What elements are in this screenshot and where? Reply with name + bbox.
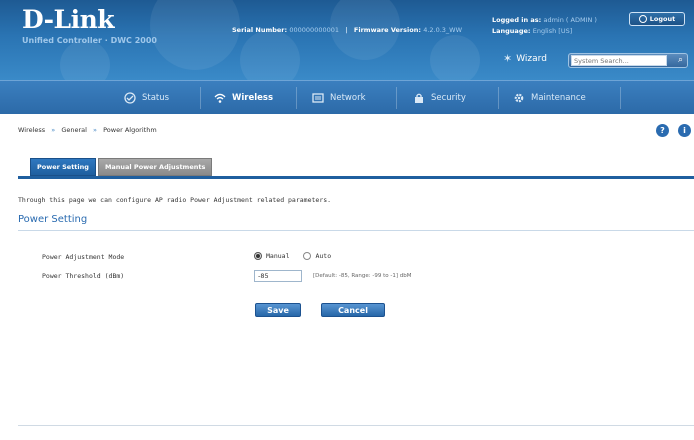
device-info: Serial Number: 000000000001 | Firmware V… xyxy=(232,26,463,34)
firmware-label: Firmware Version: xyxy=(353,26,421,34)
nav-maintenance[interactable]: Maintenance xyxy=(513,81,586,115)
help-icon[interactable]: ? xyxy=(656,124,669,137)
section-title: Power Setting xyxy=(18,214,88,225)
mode-label: Power Adjustment Mode xyxy=(42,253,125,261)
nav-network-label: Network xyxy=(330,93,366,103)
nav-security-label: Security xyxy=(431,93,466,103)
serial-label: Serial Number: xyxy=(232,26,288,34)
logged-label: Logged in as: xyxy=(492,16,542,24)
logged-user: admin ( ADMIN ) xyxy=(543,16,597,24)
header-banner: D-Link Unified Controller · DWC 2000 Ser… xyxy=(0,0,694,80)
serial-value: 000000000001 xyxy=(289,26,340,34)
product-subtitle: Unified Controller · DWC 2000 xyxy=(22,36,157,45)
brand-logo: D-Link xyxy=(22,5,115,34)
logout-button[interactable]: Logout xyxy=(629,12,685,26)
nav-status[interactable]: Status xyxy=(124,81,169,115)
network-icon xyxy=(312,93,324,103)
language-value[interactable]: English [US] xyxy=(533,27,573,35)
login-info: Logged in as: admin ( ADMIN ) xyxy=(492,16,597,24)
nav-status-label: Status xyxy=(142,93,170,103)
nav-maintenance-label: Maintenance xyxy=(531,93,586,103)
breadcrumb-power-algorithm: Power Algorithm xyxy=(103,126,157,134)
wifi-icon xyxy=(214,93,226,103)
wand-icon: ✶ xyxy=(503,52,513,65)
manual-radio[interactable] xyxy=(254,252,262,260)
nav-wireless[interactable]: Wireless xyxy=(214,81,273,115)
nav-security[interactable]: Security xyxy=(413,81,466,115)
tab-bar: Power Setting Manual Power Adjustments xyxy=(30,158,213,176)
threshold-input[interactable] xyxy=(254,270,302,282)
tab-underline xyxy=(18,176,694,179)
cancel-button[interactable]: Cancel xyxy=(321,303,385,317)
manual-radio-label: Manual xyxy=(266,252,290,260)
status-icon xyxy=(124,92,136,104)
tab-power-setting[interactable]: Power Setting xyxy=(30,158,96,176)
gear-icon xyxy=(514,93,524,103)
auto-radio-label: Auto xyxy=(315,252,332,260)
search-icon[interactable]: ⌕ xyxy=(678,55,683,65)
firmware-value: 4.2.0.3_WW xyxy=(423,26,463,34)
logout-label: Logout xyxy=(649,15,676,23)
auto-radio[interactable] xyxy=(303,252,312,260)
save-button[interactable]: Save xyxy=(255,303,301,317)
main-nav: Status Wireless Network Security Mainten… xyxy=(0,80,694,114)
info-icon[interactable]: i xyxy=(678,124,691,137)
footer-divider xyxy=(18,425,694,426)
breadcrumb: Wireless » General » Power Algorithm xyxy=(18,126,157,134)
nav-network[interactable]: Network xyxy=(312,81,366,115)
language-info: Language: English [US] xyxy=(492,27,572,35)
power-icon xyxy=(638,15,647,23)
wizard-label: Wizard xyxy=(516,53,547,64)
threshold-hint: [Default: -85, Range: -99 to -1] dbM xyxy=(313,273,412,279)
language-label: Language: xyxy=(492,27,531,35)
wizard-link[interactable]: ✶ Wizard xyxy=(503,52,547,65)
breadcrumb-general[interactable]: General xyxy=(61,126,87,134)
threshold-label: Power Threshold (dBm) xyxy=(42,272,125,280)
page-description: Through this page we can configure AP ra… xyxy=(18,196,332,204)
nav-wireless-label: Wireless xyxy=(232,93,274,103)
section-divider xyxy=(18,230,694,231)
tab-manual-power-adjustments[interactable]: Manual Power Adjustments xyxy=(97,158,213,176)
lock-icon xyxy=(415,93,423,103)
search-input[interactable] xyxy=(571,55,667,66)
breadcrumb-wireless[interactable]: Wireless xyxy=(18,126,45,134)
mode-radio-group: Manual Auto xyxy=(254,252,341,260)
system-search: ⌕ xyxy=(568,53,688,68)
form-panel xyxy=(30,240,694,408)
